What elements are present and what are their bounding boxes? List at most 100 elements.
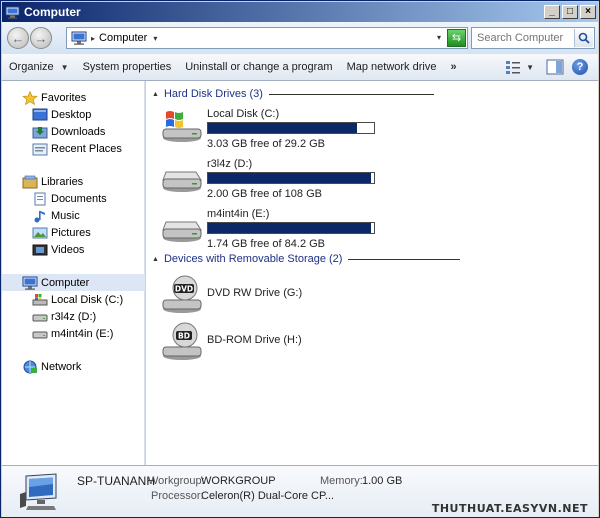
libraries-icon bbox=[22, 175, 38, 188]
nav-desktop-label: Desktop bbox=[51, 108, 92, 121]
processor-value: Celeron(R) Dual-Core CP... bbox=[201, 490, 335, 502]
music-icon bbox=[34, 210, 45, 222]
nav-favorites-label: Favorites bbox=[41, 91, 87, 104]
forward-button[interactable]: → bbox=[30, 27, 52, 49]
breadcrumb-computer[interactable]: Computer bbox=[99, 32, 147, 44]
change-view-icon[interactable] bbox=[504, 58, 522, 76]
collapse-triangle-icon[interactable]: ▲ bbox=[152, 91, 159, 98]
nav-network[interactable]: Network bbox=[2, 358, 145, 375]
search-button[interactable] bbox=[574, 29, 593, 47]
nav-documents-label: Documents bbox=[51, 192, 107, 205]
command-bar: Organize ▼ System properties Uninstall o… bbox=[2, 54, 598, 81]
close-button[interactable]: × bbox=[580, 5, 596, 19]
nav-libraries-label: Libraries bbox=[41, 175, 84, 188]
minimize-button[interactable]: _ bbox=[544, 5, 560, 19]
processor-label: Processor: bbox=[151, 490, 204, 502]
breadcrumb-separator[interactable]: ▸ bbox=[91, 34, 95, 43]
desktop-icon bbox=[32, 108, 48, 120]
back-arrow-icon: ← bbox=[11, 30, 25, 46]
workgroup-value: WORKGROUP bbox=[201, 475, 276, 487]
organize-label: Organize bbox=[9, 61, 54, 73]
nav-music-label: Music bbox=[51, 209, 80, 222]
computer-group: Computer Local Disk (C:) r3l4z (D:) m4in… bbox=[2, 274, 145, 342]
recent-places-icon bbox=[32, 143, 48, 155]
refresh-button[interactable]: ⇆ bbox=[447, 29, 466, 47]
nav-downloads[interactable]: Downloads bbox=[2, 123, 145, 140]
breadcrumb-dropdown[interactable]: ▾ bbox=[153, 34, 157, 43]
group-divider bbox=[268, 93, 434, 95]
drive-dvd-rw-g[interactable]: DVD DVD RW Drive (G:) bbox=[160, 274, 380, 314]
nav-computer[interactable]: Computer bbox=[2, 274, 145, 291]
pictures-icon bbox=[32, 227, 48, 238]
refresh-icon: ⇆ bbox=[451, 32, 462, 44]
nav-local-disk-c-label: Local Disk (C:) bbox=[51, 293, 124, 306]
preview-pane-icon[interactable] bbox=[546, 59, 564, 75]
organize-menu[interactable]: Organize ▼ bbox=[9, 61, 69, 73]
navigation-pane: Favorites Desktop Downloads Recent Place… bbox=[2, 81, 145, 465]
drive-name: r3l4z (D:) bbox=[207, 158, 253, 170]
nav-pictures-label: Pictures bbox=[51, 226, 91, 239]
search-icon bbox=[578, 32, 590, 44]
nav-recent-places-label: Recent Places bbox=[51, 142, 122, 155]
nav-music[interactable]: Music bbox=[2, 207, 145, 224]
hard-drive-icon bbox=[32, 314, 48, 321]
drive-name: BD-ROM Drive (H:) bbox=[207, 334, 302, 346]
address-field[interactable]: ▸ Computer ▾ ▾ ⇆ bbox=[66, 27, 468, 49]
nav-videos[interactable]: Videos bbox=[2, 241, 145, 258]
nav-downloads-label: Downloads bbox=[51, 125, 106, 138]
title-bar[interactable]: Computer _ □ × bbox=[2, 2, 598, 22]
more-commands-button[interactable]: » bbox=[450, 61, 456, 73]
memory-value: 1.00 GB bbox=[362, 475, 403, 487]
documents-icon bbox=[34, 192, 46, 205]
nav-desktop[interactable]: Desktop bbox=[2, 106, 145, 123]
nav-recent-places[interactable]: Recent Places bbox=[2, 140, 145, 157]
nav-drive-e-label: m4int4in (E:) bbox=[51, 327, 114, 340]
views-dropdown-icon[interactable]: ▼ bbox=[526, 63, 534, 72]
nav-pictures[interactable]: Pictures bbox=[2, 224, 145, 241]
nav-drive-e[interactable]: m4int4in (E:) bbox=[2, 325, 145, 342]
computer-icon bbox=[71, 31, 87, 45]
back-button[interactable]: ← bbox=[7, 27, 29, 49]
maximize-button[interactable]: □ bbox=[562, 5, 578, 19]
nav-libraries[interactable]: Libraries bbox=[2, 173, 145, 190]
memory-label: Memory: bbox=[320, 475, 363, 487]
windows-drive-icon bbox=[32, 293, 48, 305]
help-icon[interactable]: ? bbox=[572, 59, 588, 75]
system-properties-button[interactable]: System properties bbox=[83, 61, 172, 73]
nav-documents[interactable]: Documents bbox=[2, 190, 145, 207]
drive-e[interactable]: m4int4in (E:) 1.74 GB free of 84.2 GB bbox=[160, 208, 380, 254]
computer-icon bbox=[5, 6, 20, 19]
uninstall-program-button[interactable]: Uninstall or change a program bbox=[185, 61, 332, 73]
drive-usage-fill bbox=[208, 173, 371, 183]
computer-name: SP-TUANANH bbox=[77, 474, 156, 488]
drive-local-disk-c[interactable]: Local Disk (C:) 3.03 GB free of 29.2 GB bbox=[160, 108, 380, 154]
map-network-drive-button[interactable]: Map network drive bbox=[347, 61, 437, 73]
search-box[interactable] bbox=[471, 27, 595, 49]
drive-bd-rom-h[interactable]: BD BD-ROM Drive (H:) bbox=[160, 321, 380, 361]
toolbar-right-controls: ▼ ? bbox=[504, 58, 588, 76]
libraries-group: Libraries Documents Music Pictures Video… bbox=[2, 173, 145, 258]
drive-free-space: 2.00 GB free of 108 GB bbox=[207, 188, 322, 200]
group-header-removable[interactable]: ▲ Devices with Removable Storage (2) bbox=[152, 252, 461, 266]
network-group: Network bbox=[2, 358, 145, 375]
forward-arrow-icon: → bbox=[34, 30, 48, 46]
network-icon bbox=[23, 360, 37, 373]
group-header-hard-disks[interactable]: ▲ Hard Disk Drives (3) bbox=[152, 87, 434, 101]
caret-down-icon: ▼ bbox=[60, 62, 69, 72]
hard-drive-icon bbox=[32, 331, 48, 338]
search-input[interactable] bbox=[477, 32, 573, 44]
details-pane: SP-TUANANH Workgroup: WORKGROUP Memory: … bbox=[2, 465, 598, 517]
collapse-triangle-icon[interactable]: ▲ bbox=[152, 256, 159, 263]
computer-icon bbox=[20, 473, 57, 510]
drive-d[interactable]: r3l4z (D:) 2.00 GB free of 108 GB bbox=[160, 158, 380, 204]
address-history-dropdown[interactable]: ▾ bbox=[437, 33, 441, 42]
drive-free-space: 3.03 GB free of 29.2 GB bbox=[207, 138, 326, 150]
drive-usage-fill bbox=[208, 123, 357, 133]
nav-local-disk-c[interactable]: Local Disk (C:) bbox=[2, 291, 145, 308]
drive-name: m4int4in (E:) bbox=[207, 208, 270, 220]
nav-drive-d[interactable]: r3l4z (D:) bbox=[2, 308, 145, 325]
nav-videos-label: Videos bbox=[51, 243, 85, 256]
nav-favorites[interactable]: Favorites bbox=[2, 89, 145, 106]
nav-computer-label: Computer bbox=[41, 276, 90, 289]
drive-name: DVD RW Drive (G:) bbox=[207, 287, 303, 299]
